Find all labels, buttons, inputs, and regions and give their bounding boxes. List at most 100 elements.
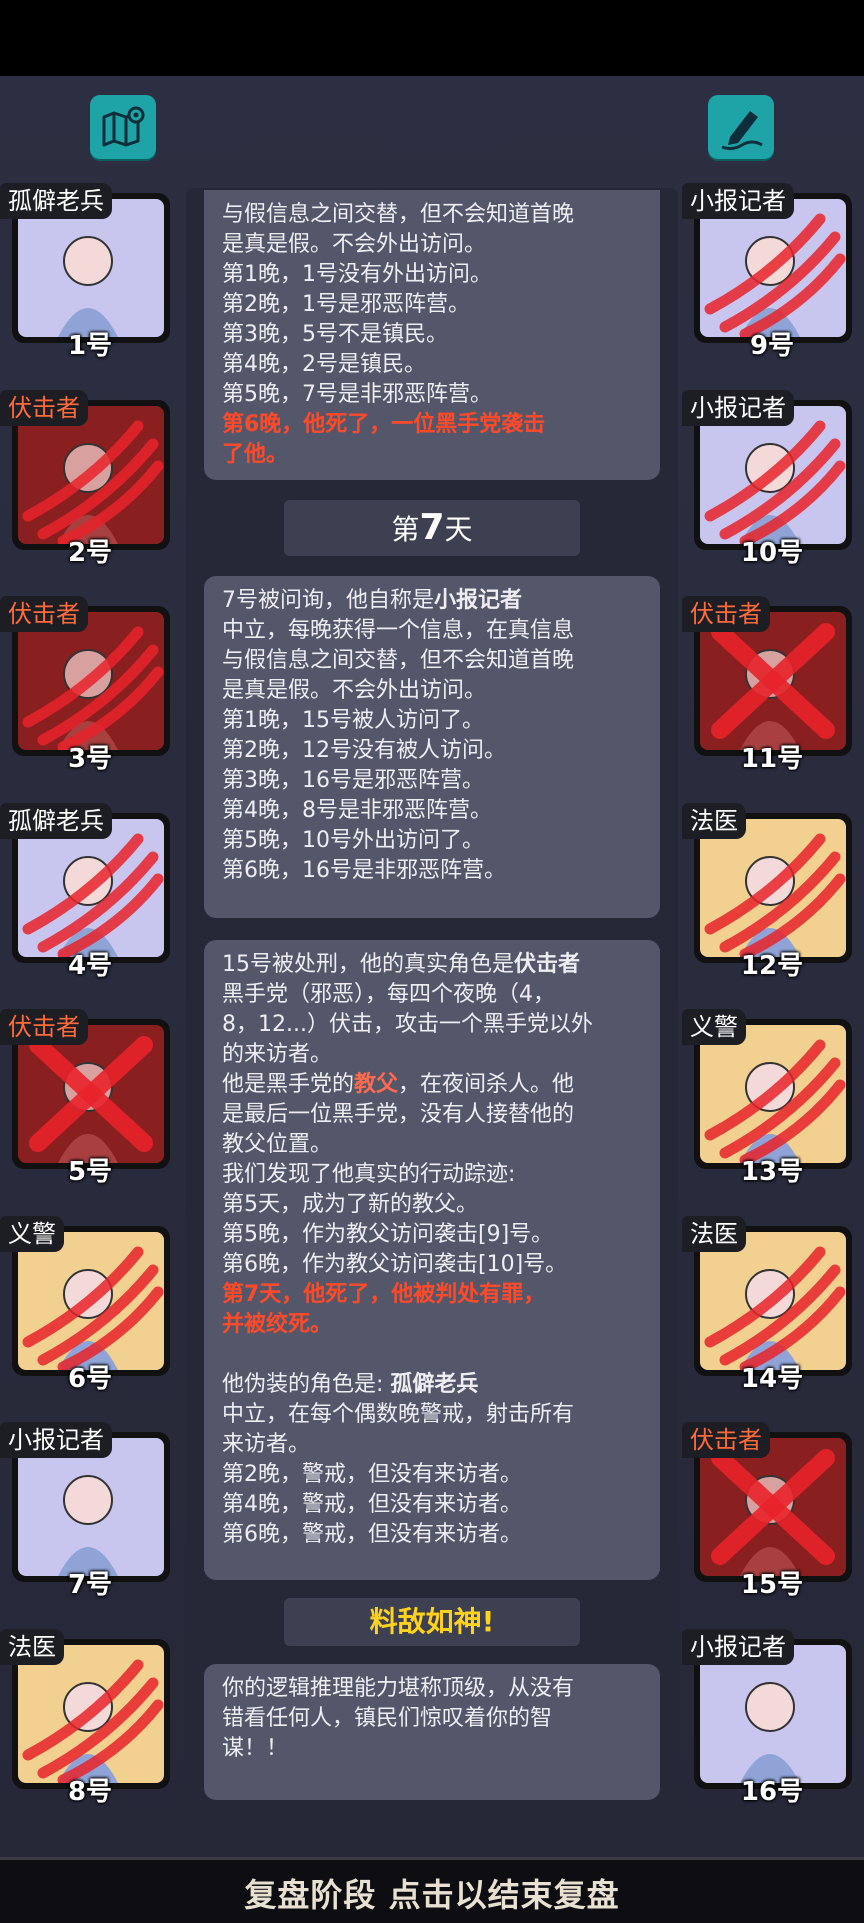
card-player-number: 4号 bbox=[67, 950, 113, 981]
player-card[interactable]: 义警 6号 bbox=[0, 1215, 170, 1394]
player-card[interactable]: 小报记者 9号 bbox=[682, 183, 852, 361]
log-line: 第6晚，他死了，一位黑手党袭击 bbox=[222, 412, 546, 437]
player-card[interactable]: 伏击者 11号 bbox=[682, 596, 852, 774]
card-role-label: 法医 bbox=[682, 1215, 746, 1252]
card-player-number: 13号 bbox=[740, 1157, 804, 1187]
character-portrait bbox=[18, 1025, 164, 1163]
log-line: 并被绞死。 bbox=[222, 1312, 333, 1337]
character-portrait bbox=[700, 818, 846, 957]
log-line: 第2晚，警戒，但没有来访者。 bbox=[222, 1462, 522, 1487]
day-number: 7 bbox=[419, 507, 445, 548]
card-role-label: 法医 bbox=[682, 802, 746, 839]
log-line: 是最后一位黑手党，没有人接替他的 bbox=[222, 1102, 575, 1127]
log-line: 第3晚，5号不是镇民。 bbox=[222, 322, 448, 347]
card-player-number: 5号 bbox=[67, 1157, 113, 1187]
player-card[interactable]: 法医 8号 bbox=[0, 1628, 170, 1807]
card-player-number: 15号 bbox=[740, 1570, 804, 1600]
card-role-label: 小报记者 bbox=[682, 183, 794, 219]
card-role-label: 法医 bbox=[0, 1628, 64, 1665]
log-line: 第5晚，10号外出访问了。 bbox=[222, 828, 484, 853]
character-portrait bbox=[700, 405, 846, 544]
interrogation-intro: 7号被问询，他自称是 bbox=[222, 588, 434, 613]
end-review-button[interactable]: 复盘阶段 点击以结束复盘 bbox=[0, 1857, 864, 1923]
player-card[interactable]: 义警 13号 bbox=[682, 1009, 852, 1187]
log-line: 中立，在每个偶数晚警戒，射击所有 bbox=[222, 1402, 575, 1427]
card-role-label: 孤僻老兵 bbox=[0, 183, 112, 219]
log-line: 谋！！ bbox=[222, 1736, 289, 1761]
log-line: 教父位置。 bbox=[222, 1132, 333, 1157]
status-bar bbox=[0, 0, 864, 76]
log-line: 黑手党（邪恶），每四个夜晚（4， bbox=[222, 982, 555, 1007]
notes-button[interactable] bbox=[708, 95, 774, 159]
log-line: 第7天，他死了，他被判处有罪， bbox=[222, 1282, 546, 1307]
log-line: 第5晚，作为教父访问袭击[9]号。 bbox=[222, 1222, 554, 1247]
map-icon bbox=[102, 106, 145, 147]
log-line: 的来访者。 bbox=[222, 1042, 333, 1067]
card-role-label: 伏击者 bbox=[682, 1422, 770, 1458]
log-line: 第3晚，16号是邪恶阵营。 bbox=[222, 768, 484, 793]
card-role-label: 小报记者 bbox=[682, 1628, 794, 1665]
log-line: 第2晚，12号没有被人访问。 bbox=[222, 738, 506, 763]
card-player-number: 10号 bbox=[740, 537, 804, 568]
log-message-night6: 与假信息之间交替，但不会知道首晚 是真是假。不会外出访问。 第1晚，1号没有外出访问… bbox=[204, 190, 660, 480]
true-role: 伏击者 bbox=[514, 952, 581, 977]
praise-banner: 料敌如神! bbox=[284, 1598, 580, 1646]
log-line: 与假信息之间交替，但不会知道首晚 bbox=[222, 202, 575, 227]
card-player-number: 16号 bbox=[740, 1776, 804, 1807]
character-portrait bbox=[18, 1231, 164, 1370]
character-portrait bbox=[18, 405, 164, 544]
card-player-number: 7号 bbox=[67, 1570, 113, 1600]
day-banner: 第7天 bbox=[284, 500, 580, 556]
execution-intro: 15号被处刑，他的真实角色是 bbox=[222, 952, 514, 977]
card-player-number: 8号 bbox=[67, 1776, 113, 1807]
card-player-number: 14号 bbox=[740, 1363, 804, 1394]
player-card[interactable]: 小报记者 10号 bbox=[682, 389, 852, 568]
card-role-label: 小报记者 bbox=[0, 1422, 112, 1458]
log-line: 了他。 bbox=[222, 442, 289, 467]
player-card[interactable]: 伏击者 2号 bbox=[0, 389, 170, 568]
character-portrait bbox=[18, 612, 164, 750]
portrait-figure bbox=[63, 1475, 113, 1525]
disguise-role: 孤僻老兵 bbox=[390, 1372, 479, 1397]
log-line: 第1晚，15号被人访问了。 bbox=[222, 708, 484, 733]
card-role-label: 伏击者 bbox=[0, 1009, 88, 1045]
player-card[interactable]: 伏击者 15号 bbox=[682, 1422, 852, 1600]
card-role-label: 义警 bbox=[0, 1215, 64, 1252]
player-card[interactable]: 小报记者 16号 bbox=[682, 1628, 852, 1807]
log-line: 第5天，成为了新的教父。 bbox=[222, 1192, 478, 1217]
player-card[interactable]: 伏击者 3号 bbox=[0, 596, 170, 774]
log-message-execution: 15号被处刑，他的真实角色是伏击者 黑手党（邪恶），每四个夜晚（4， 8，12..… bbox=[204, 940, 660, 1580]
day-prefix: 第 bbox=[391, 513, 420, 546]
character-portrait bbox=[700, 199, 846, 337]
player-card[interactable]: 孤僻老兵 4号 bbox=[0, 802, 170, 981]
log-line: 第6晚，作为教父访问袭击[10]号。 bbox=[222, 1252, 568, 1277]
log-line: 你的逻辑推理能力堪称顶级，从没有 bbox=[222, 1676, 575, 1701]
card-player-number: 11号 bbox=[740, 744, 804, 774]
player-card[interactable]: 孤僻老兵 1号 bbox=[0, 183, 170, 361]
character-portrait bbox=[18, 1438, 164, 1576]
character-portrait bbox=[700, 612, 846, 750]
log-line: 是真是假。不会外出访问。 bbox=[222, 678, 487, 703]
log-line: 8，12...）伏击，攻击一个黑手党以外 bbox=[222, 1012, 593, 1037]
character-portrait bbox=[700, 1025, 846, 1163]
log-line: 与假信息之间交替，但不会知道首晚 bbox=[222, 648, 575, 673]
player-card[interactable]: 法医 12号 bbox=[682, 802, 852, 981]
player-card[interactable]: 伏击者 5号 bbox=[0, 1009, 170, 1187]
card-role-label: 义警 bbox=[682, 1009, 746, 1045]
player-card[interactable]: 法医 14号 bbox=[682, 1215, 852, 1394]
card-player-number: 9号 bbox=[749, 331, 795, 361]
log-line: 来访者。 bbox=[222, 1432, 311, 1457]
player-card[interactable]: 小报记者 7号 bbox=[0, 1422, 170, 1600]
log-line: 中立，每晚获得一个信息，在真信息 bbox=[222, 618, 575, 643]
claimed-role: 小报记者 bbox=[434, 588, 523, 613]
card-role-label: 小报记者 bbox=[682, 389, 794, 426]
log-line: 第4晚，警戒，但没有来访者。 bbox=[222, 1492, 522, 1517]
card-role-label: 伏击者 bbox=[0, 389, 88, 426]
pen-icon bbox=[721, 111, 763, 151]
character-portrait bbox=[700, 1644, 846, 1783]
portrait-figure bbox=[745, 1681, 795, 1732]
map-button[interactable] bbox=[90, 95, 156, 159]
character-portrait bbox=[18, 199, 164, 337]
card-player-number: 1号 bbox=[67, 331, 113, 361]
portrait-figure bbox=[63, 236, 113, 286]
